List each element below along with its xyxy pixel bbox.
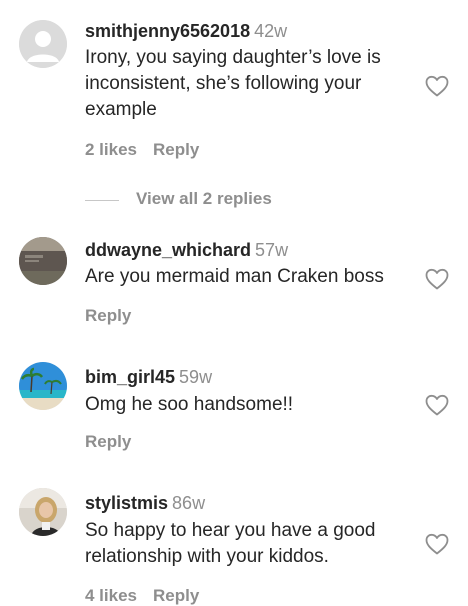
- likes-count[interactable]: 4 likes: [85, 586, 137, 605]
- comment-header: stylistmis 86w: [85, 491, 418, 515]
- comment-actions: Reply: [85, 306, 147, 326]
- reply-button[interactable]: Reply: [85, 306, 131, 325]
- comment-actions: 2 likes Reply: [85, 140, 215, 160]
- avatar[interactable]: [19, 362, 67, 410]
- comment-text: So happy to hear you have a good relatio…: [85, 520, 376, 567]
- username[interactable]: ddwayne_whichard: [85, 240, 251, 260]
- likes-count[interactable]: 2 likes: [85, 140, 137, 159]
- reply-button[interactable]: Reply: [153, 586, 199, 605]
- timestamp: 42w: [254, 21, 288, 41]
- avatar[interactable]: [19, 488, 67, 536]
- comment-actions: 4 likes Reply: [85, 586, 215, 606]
- avatar-image: [19, 488, 67, 536]
- heart-outline-icon[interactable]: [425, 394, 449, 416]
- username[interactable]: bim_girl45: [85, 367, 175, 387]
- timestamp: 86w: [172, 493, 206, 513]
- comment-header: ddwayne_whichard 57w: [85, 238, 418, 262]
- username[interactable]: smithjenny6562018: [85, 21, 250, 41]
- avatar-image: [19, 362, 67, 410]
- timestamp: 59w: [179, 367, 213, 387]
- view-replies-label[interactable]: View all 2 replies: [136, 189, 272, 209]
- avatar-image: [19, 237, 67, 285]
- comment-text: Irony, you saying daughter’s love is inc…: [85, 47, 381, 120]
- default-avatar-icon: [19, 20, 67, 68]
- heart-outline-icon[interactable]: [425, 533, 449, 555]
- comment-header: bim_girl45 59w: [85, 365, 418, 389]
- comment-header: smithjenny6562018 42w: [85, 19, 418, 43]
- timestamp: 57w: [255, 240, 289, 260]
- comment-actions: Reply: [85, 432, 147, 452]
- heart-outline-icon[interactable]: [425, 75, 449, 97]
- heart-outline-icon[interactable]: [425, 268, 449, 290]
- comment-text: Omg he soo handsome!!: [85, 394, 294, 415]
- reply-button[interactable]: Reply: [85, 432, 131, 451]
- avatar[interactable]: [19, 237, 67, 285]
- reply-button[interactable]: Reply: [153, 140, 199, 159]
- avatar[interactable]: [19, 20, 67, 68]
- comment-text: Are you mermaid man Craken boss: [85, 266, 384, 287]
- username[interactable]: stylistmis: [85, 493, 168, 513]
- divider: [85, 200, 119, 201]
